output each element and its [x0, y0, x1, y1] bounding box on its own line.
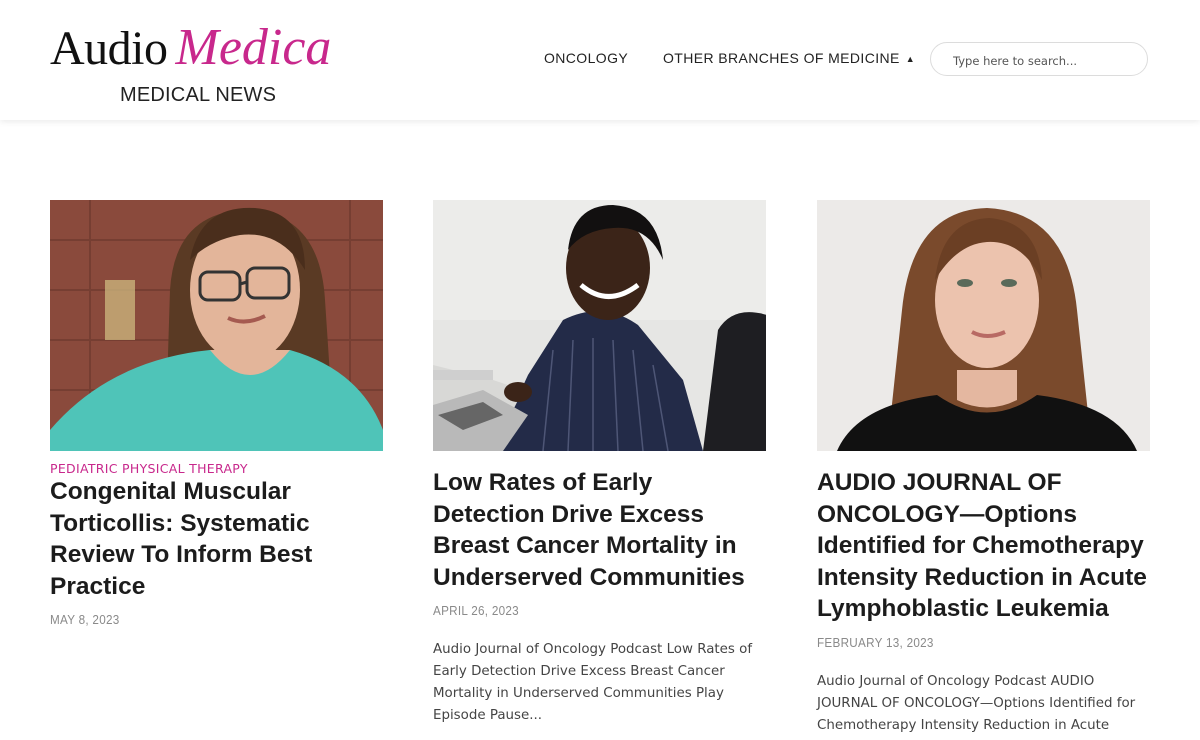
woman-with-glasses-photo	[50, 200, 383, 451]
article-category[interactable]: PEDIATRIC PHYSICAL THERAPY	[50, 461, 383, 476]
nav-item-other-branches[interactable]: OTHER BRANCHES OF MEDICINE ▲	[663, 50, 915, 66]
nav-item-label: ONCOLOGY	[544, 50, 629, 66]
article-title[interactable]: Low Rates of Early Detection Drive Exces…	[433, 467, 766, 593]
site-logo[interactable]: Audio Medica MEDICAL NEWS	[50, 22, 360, 112]
logo-subtitle: MEDICAL NEWS	[120, 84, 277, 106]
nav-item-label: OTHER BRANCHES OF MEDICINE	[663, 50, 900, 66]
article-image[interactable]	[50, 200, 383, 451]
site-header: Audio Medica MEDICAL NEWS ONCOLOGY OTHER …	[0, 0, 1200, 120]
search-box	[930, 42, 1148, 76]
article-excerpt: Audio Journal of Oncology Podcast Low Ra…	[433, 642, 753, 723]
article-card: PEDIATRIC PHYSICAL THERAPY Congenital Mu…	[50, 200, 383, 627]
woman-portrait-photo	[817, 200, 1150, 451]
article-image[interactable]	[433, 200, 766, 451]
article-excerpt: Audio Journal of Oncology Podcast AUDIO …	[817, 673, 1136, 733]
article-card: AUDIO JOURNAL OF ONCOLOGY—Options Identi…	[817, 200, 1150, 737]
logo-audio-text: Audio	[50, 22, 168, 75]
article-date: FEBRUARY 13, 2023	[817, 634, 934, 650]
article-date: APRIL 26, 2023	[433, 603, 519, 618]
logo-medica-text: Medica	[175, 19, 332, 76]
search-input[interactable]	[951, 51, 1145, 71]
smiling-woman-at-laptop-photo	[433, 200, 766, 451]
article-title[interactable]: AUDIO JOURNAL OF ONCOLOGY—Options Identi…	[817, 467, 1150, 625]
article-image[interactable]	[817, 200, 1150, 451]
article-card: Low Rates of Early Detection Drive Exces…	[433, 200, 766, 727]
caret-up-icon: ▲	[905, 54, 916, 64]
article-date: MAY 8, 2023	[50, 612, 120, 627]
nav-item-oncology[interactable]: ONCOLOGY	[544, 50, 628, 66]
article-title[interactable]: Congenital Muscular Torticollis: Systema…	[50, 476, 383, 602]
